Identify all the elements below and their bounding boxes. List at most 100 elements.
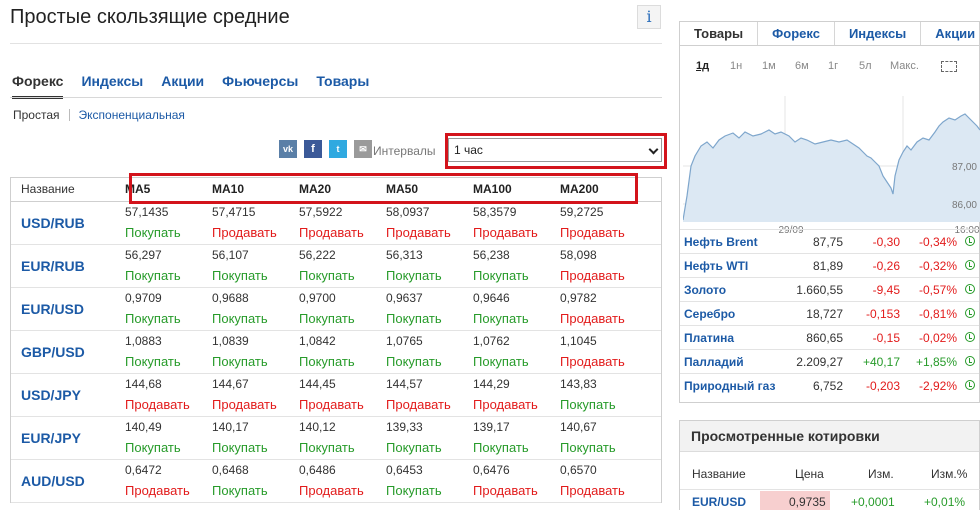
widget-tab-indices[interactable]: Индексы	[835, 22, 922, 45]
ma-signal: Покупать	[125, 354, 181, 369]
ma-cell: 144,45 Продавать	[299, 374, 386, 416]
ma-cell: 0,9700 Покупать	[299, 288, 386, 330]
ma-cell: 0,6472 Продавать	[125, 460, 212, 502]
vk-share-icon[interactable]: vk	[279, 140, 297, 158]
ma-cell: 1,1045 Продавать	[560, 331, 647, 373]
quote-name-link[interactable]: Золото	[680, 283, 783, 297]
viewed-price-header: Цена	[795, 467, 824, 481]
ma-value: 139,33	[386, 420, 423, 434]
ma-signal: Продавать	[560, 354, 625, 369]
ma-value: 56,238	[473, 248, 510, 262]
ma-table: Название MA5 MA10 MA20 MA50 MA100 MA200 …	[10, 177, 662, 503]
quote-last: 18,727	[806, 306, 843, 321]
ma-signal: Продавать	[125, 483, 190, 498]
viewed-quote-name[interactable]: EUR/USD	[692, 495, 746, 509]
ma-signal: Покупать	[560, 397, 616, 412]
tab-futures[interactable]: Фьючерсы	[222, 73, 298, 99]
tab-indices[interactable]: Индексы	[81, 73, 143, 99]
widget-tab-forex[interactable]: Форекс	[758, 22, 835, 45]
ma-value: 0,9688	[212, 291, 249, 305]
twitter-share-icon[interactable]: t	[329, 140, 347, 158]
ma-cell: 0,9688 Покупать	[212, 288, 299, 330]
ma-value: 1,0839	[212, 334, 249, 348]
ma-signal: Покупать	[125, 440, 181, 455]
quote-last: 1.660,55	[796, 282, 843, 297]
period-1d[interactable]: 1д	[696, 60, 709, 72]
subtab-exponential[interactable]: Экспоненциальная	[79, 108, 185, 122]
clock-icon	[965, 332, 975, 342]
period-6m[interactable]: 6м	[795, 60, 809, 72]
table-row: EUR/JPY 140,49 Покупать 140,17 Покупать 140,1…	[11, 417, 661, 460]
ma-type-tabs: Простая Экспоненциальная	[13, 108, 185, 122]
pair-name-link[interactable]: USD/JPY	[11, 374, 125, 416]
ma-signal: Покупать	[125, 225, 181, 240]
pair-name-link[interactable]: GBP/USD	[11, 331, 125, 373]
quote-change-pct: -0,32%	[918, 258, 957, 273]
ma-cell: 140,12 Покупать	[299, 417, 386, 459]
period-1y[interactable]: 1г	[828, 60, 838, 72]
ma-signal: Покупать	[125, 311, 181, 326]
ma-value: 0,6476	[473, 463, 510, 477]
ma-cell: 56,313 Покупать	[386, 245, 473, 287]
viewed-quote-row[interactable]: EUR/USD 0,9735 +0,0001 +0,01%	[680, 489, 980, 510]
ma-signal: Продавать	[212, 397, 277, 412]
ma-signal: Продавать	[125, 397, 190, 412]
mail-share-icon[interactable]: ✉	[354, 140, 372, 158]
ma-value: 56,107	[212, 248, 249, 262]
quote-name-link[interactable]: Нефть WTI	[680, 259, 783, 273]
tab-forex[interactable]: Форекс	[12, 73, 64, 99]
ma-signal: Покупать	[212, 354, 268, 369]
viewed-quote-pct: +0,01%	[924, 495, 966, 509]
pair-name-link[interactable]: AUD/USD	[11, 460, 125, 502]
pair-name-link[interactable]: EUR/RUB	[11, 245, 125, 287]
ma-signal: Покупать	[473, 354, 529, 369]
ma-cell: 144,29 Продавать	[473, 374, 560, 416]
ma-value: 140,12	[299, 420, 336, 434]
widget-tab-commodities[interactable]: Товары	[680, 22, 759, 45]
widget-tab-stocks[interactable]: Акции	[921, 22, 980, 45]
ma-cell: 144,68 Продавать	[125, 374, 212, 416]
pair-name-link[interactable]: EUR/USD	[11, 288, 125, 330]
ma-header-highlight-box	[129, 173, 638, 204]
ma-cell: 1,0839 Покупать	[212, 331, 299, 373]
ma-cell: 139,17 Покупать	[473, 417, 560, 459]
y-tick-86: 86,00	[952, 200, 977, 211]
pair-name-link[interactable]: USD/RUB	[11, 202, 125, 244]
info-icon[interactable]: i	[637, 5, 661, 29]
ma-cell: 58,3579 Продавать	[473, 202, 560, 244]
ma-signal: Покупать	[299, 311, 355, 326]
subtab-simple[interactable]: Простая	[13, 108, 60, 122]
ma-cell: 140,17 Покупать	[212, 417, 299, 459]
quote-row: Серебро 18,727 -0,153 -0,81%	[680, 301, 979, 325]
quote-name-link[interactable]: Палладий	[680, 355, 783, 369]
name-column-header: Название	[21, 182, 75, 196]
period-max[interactable]: Макс.	[890, 60, 919, 72]
period-1w[interactable]: 1н	[730, 60, 742, 72]
period-5y[interactable]: 5л	[859, 60, 872, 72]
period-1m[interactable]: 1м	[762, 60, 776, 72]
subtab-separator	[68, 109, 70, 121]
quote-row: Золото 1.660,55 -9,45 -0,57%	[680, 277, 979, 301]
tab-commodities[interactable]: Товары	[316, 73, 369, 99]
ma-value: 1,0883	[125, 334, 162, 348]
ma-cell: 0,6570 Продавать	[560, 460, 647, 502]
ma-value: 0,9646	[473, 291, 510, 305]
facebook-share-icon[interactable]: f	[304, 140, 322, 158]
ma-value: 58,0937	[386, 205, 430, 219]
quote-name-link[interactable]: Серебро	[680, 307, 783, 321]
tab-stocks[interactable]: Акции	[161, 73, 204, 99]
ma-cell: 144,67 Продавать	[212, 374, 299, 416]
ma-signal: Покупать	[386, 354, 442, 369]
ma-signal: Продавать	[299, 483, 364, 498]
ma-signal: Продавать	[560, 483, 625, 498]
ma-value: 144,29	[473, 377, 510, 391]
ma-signal: Покупать	[386, 483, 442, 498]
quote-name-link[interactable]: Нефть Brent	[680, 235, 783, 249]
quote-name-link[interactable]: Платина	[680, 331, 783, 345]
pair-name-link[interactable]: EUR/JPY	[11, 417, 125, 459]
fullscreen-icon[interactable]	[941, 61, 957, 72]
quote-row: Палладий 2.209,27 +40,17 +1,85%	[680, 349, 979, 373]
ma-signal: Продавать	[560, 225, 625, 240]
ma-cell: 1,0842 Покупать	[299, 331, 386, 373]
quote-name-link[interactable]: Природный газ	[680, 379, 783, 393]
